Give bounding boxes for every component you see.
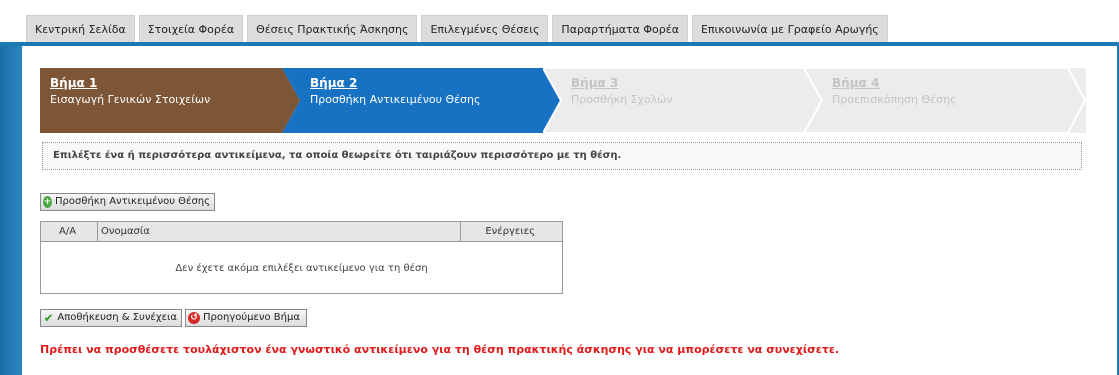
main-content: Βήμα 1 Εισαγωγή Γενικών Στοιχείων Βήμα 2… <box>22 46 1117 375</box>
tab-helpdesk-contact[interactable]: Επικοινωνία με Γραφείο Αρωγής <box>691 15 888 42</box>
main-nav-tabs: Κεντρική Σελίδα Στοιχεία Φορέα Θέσεις Πρ… <box>26 15 892 42</box>
step-1-number[interactable]: Βήμα 1 <box>50 76 210 90</box>
step-2-title: Προσθήκη Αντικειμένου Θέσης <box>310 93 481 106</box>
previous-step-button[interactable]: ↺ Προηγούμενο Βήμα <box>185 309 307 327</box>
add-position-object-button[interactable]: + Προσθήκη Αντικειμένου Θέσης <box>40 193 215 211</box>
validation-error-message: Πρέπει να προσθέσετε τουλάχιστον ένα γνω… <box>40 343 840 356</box>
tab-organization-branches[interactable]: Παραρτήματα Φορέα <box>552 15 688 42</box>
wizard-step-4[interactable]: Βήμα 4 Προεπισκόπηση Θέσης <box>804 68 1086 133</box>
step-4-number[interactable]: Βήμα 4 <box>832 76 957 90</box>
objects-table: Α/Α Ονομασία Ενέργειες Δεν έχετε ακόμα ε… <box>40 221 563 294</box>
instructions-box: Επιλέξτε ένα ή περισσότερα αντικείμενα, … <box>42 142 1082 170</box>
tab-home[interactable]: Κεντρική Σελίδα <box>26 15 135 42</box>
checkmark-icon: ✔ <box>43 311 54 325</box>
step-4-title: Προεπισκόπηση Θέσης <box>832 93 957 106</box>
table-header: Α/Α Ονομασία Ενέργειες <box>41 222 562 242</box>
save-continue-button[interactable]: ✔ Αποθήκευση & Συνέχεια <box>40 309 182 327</box>
top-bar: Κεντρική Σελίδα Στοιχεία Φορέα Θέσεις Πρ… <box>0 0 1119 44</box>
step-3-number[interactable]: Βήμα 3 <box>571 76 673 90</box>
left-margin <box>0 46 22 375</box>
step-2-number[interactable]: Βήμα 2 <box>310 76 480 90</box>
previous-step-label: Προηγούμενο Βήμα <box>203 312 300 323</box>
wizard-steps: Βήμα 1 Εισαγωγή Γενικών Στοιχείων Βήμα 2… <box>40 68 1086 133</box>
add-position-object-label: Προσθήκη Αντικειμένου Θέσης <box>55 196 210 207</box>
tab-selected-positions[interactable]: Επιλεγμένες Θέσεις <box>421 15 549 42</box>
wizard-step-2[interactable]: Βήμα 2 Προσθήκη Αντικειμένου Θέσης <box>282 68 562 133</box>
back-arrow-icon: ↺ <box>188 312 200 324</box>
tab-organization-info[interactable]: Στοιχεία Φορέα <box>138 15 244 42</box>
step-1-title: Εισαγωγή Γενικών Στοιχείων <box>50 93 211 106</box>
tab-internship-positions[interactable]: Θέσεις Πρακτικής Άσκησης <box>247 15 418 42</box>
column-header-aa: Α/Α <box>41 222 98 241</box>
column-header-actions: Ενέργειες <box>485 226 535 237</box>
save-continue-label: Αποθήκευση & Συνέχεια <box>57 312 177 323</box>
table-empty-message: Δεν έχετε ακόμα επιλέξει αντικείμενο για… <box>175 263 428 274</box>
nav-divider <box>0 42 1119 45</box>
column-header-name: Ονομασία <box>98 222 461 241</box>
plus-icon: + <box>43 196 53 208</box>
step-3-title: Προσθήκη Σχολών <box>571 93 673 106</box>
wizard-step-3[interactable]: Βήμα 3 Προσθήκη Σχολών <box>543 68 823 133</box>
wizard-step-1[interactable]: Βήμα 1 Εισαγωγή Γενικών Στοιχείων <box>40 68 300 133</box>
